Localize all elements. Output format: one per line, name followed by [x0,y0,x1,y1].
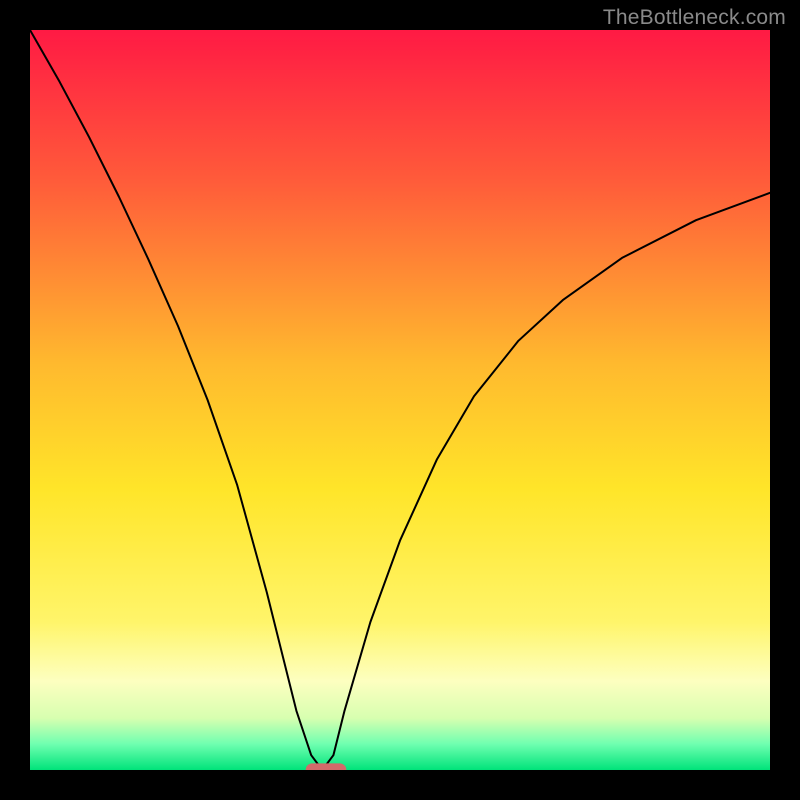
gradient-background [30,30,770,770]
watermark-label: TheBottleneck.com [603,6,786,30]
min-marker [306,763,347,770]
plot-area [30,30,770,770]
chart-frame: TheBottleneck.com [0,0,800,800]
chart-svg [30,30,770,770]
